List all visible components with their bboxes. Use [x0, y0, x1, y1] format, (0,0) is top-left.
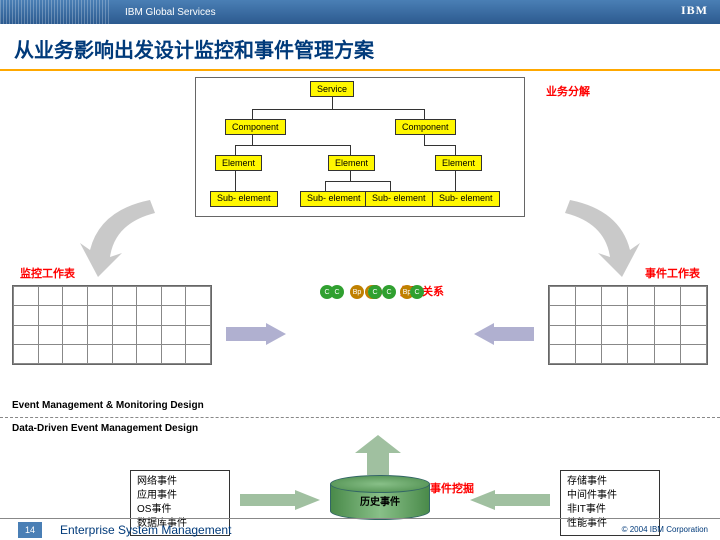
node-c: C: [410, 285, 424, 299]
event-source-item: OS事件: [137, 503, 223, 517]
tree-element: Element: [435, 155, 482, 171]
event-source-item: 网络事件: [137, 475, 223, 489]
tree-element: Element: [328, 155, 375, 171]
footer: 14 Enterprise System Management © 2004 I…: [0, 518, 720, 540]
event-table: [548, 285, 708, 365]
block-arrow-right-icon: [226, 323, 286, 345]
node-c: C: [382, 285, 396, 299]
ibm-logo: IBM: [681, 3, 708, 18]
slide-title: 从业务影响出发设计监控和事件管理方案: [0, 24, 720, 69]
page-number: 14: [18, 522, 42, 538]
arrow-right-icon: [470, 490, 550, 510]
section2-title: Data-Driven Event Management Design: [12, 423, 198, 434]
up-arrow-icon: [355, 435, 401, 475]
node-c: C: [368, 285, 382, 299]
tree-component: Component: [395, 119, 456, 135]
history-label: 历史事件: [330, 493, 430, 508]
decomp-label: 业务分解: [546, 83, 590, 99]
relation-diagram: P P P C Bp Bp C Bp C C C: [310, 285, 440, 395]
footer-title: Enterprise System Management: [60, 523, 231, 537]
arrow-right-icon: [240, 490, 320, 510]
curve-arrow-left-icon: [80, 195, 180, 285]
event-target-item: 非IT事件: [567, 503, 653, 517]
tree-sub: Sub- element: [300, 191, 368, 207]
monitor-table: [12, 285, 212, 365]
event-target-item: 中间件事件: [567, 489, 653, 503]
event-source-item: 应用事件: [137, 489, 223, 503]
copyright: © 2004 IBM Corporation: [622, 525, 708, 534]
section1-title: Event Management & Monitoring Design: [12, 400, 204, 411]
header-decor: [0, 0, 110, 24]
divider: [0, 417, 720, 418]
tree-sub: Sub- element: [365, 191, 433, 207]
event-target-item: 存储事件: [567, 475, 653, 489]
tree-sub: Sub- element: [210, 191, 278, 207]
tree-service: Service: [310, 81, 354, 97]
tree-element: Element: [215, 155, 262, 171]
block-arrow-left-icon: [474, 323, 534, 345]
content-area: Service 业务分解 Component Component Element…: [0, 75, 720, 535]
title-accent: [0, 69, 720, 71]
monitor-sheet-label: 监控工作表: [20, 265, 75, 281]
mining-label: 事件挖掘: [430, 480, 474, 496]
node-c: C: [320, 285, 334, 299]
header-bar: IBM Global Services IBM: [0, 0, 720, 24]
curve-arrow-right-icon: [540, 195, 640, 285]
tree-sub: Sub- element: [432, 191, 500, 207]
tree-component: Component: [225, 119, 286, 135]
node-b: Bp: [350, 285, 364, 299]
header-org: IBM Global Services: [125, 7, 216, 18]
event-sheet-label: 事件工作表: [645, 265, 700, 281]
